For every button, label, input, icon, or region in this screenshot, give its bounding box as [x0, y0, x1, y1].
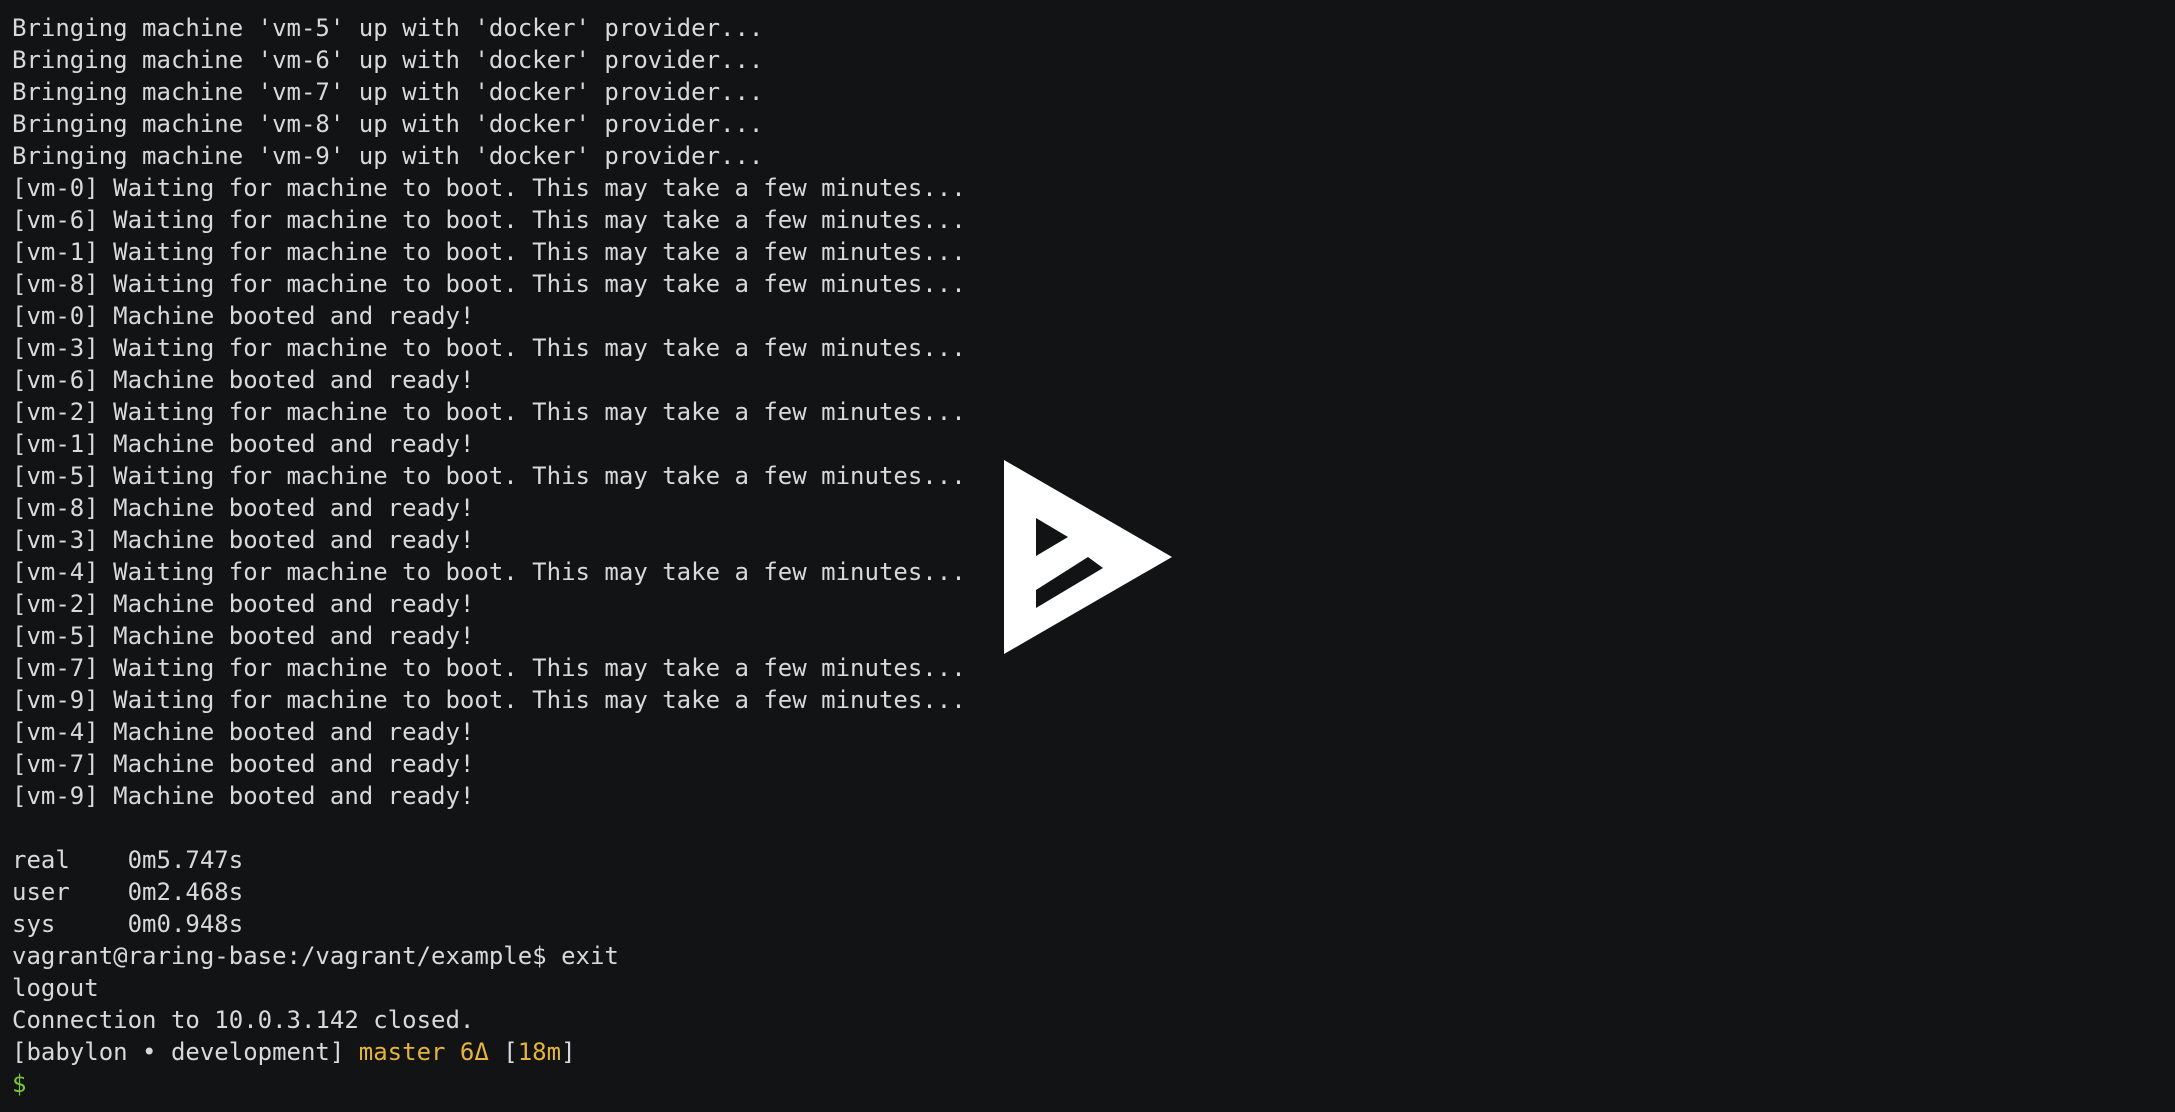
prompt-symbol: $ [12, 1070, 27, 1098]
terminal-line: [vm-0] Waiting for machine to boot. This… [12, 174, 966, 202]
terminal-line: Connection to 10.0.3.142 closed. [12, 1006, 475, 1034]
terminal-line: [vm-8] Waiting for machine to boot. This… [12, 270, 966, 298]
terminal-line: user 0m2.468s [12, 878, 244, 906]
terminal-line: Bringing machine 'vm-6' up with 'docker'… [12, 46, 764, 74]
terminal-line: [vm-9] Machine booted and ready! [12, 782, 475, 810]
terminal-line: Bringing machine 'vm-7' up with 'docker'… [12, 78, 764, 106]
terminal-line: Bringing machine 'vm-9' up with 'docker'… [12, 142, 764, 170]
shell-prompt-line: [babylon • development] master 6Δ [18m] [12, 1036, 2175, 1068]
command-input-line[interactable]: $ [12, 1068, 2175, 1100]
terminal-line: [vm-1] Waiting for machine to boot. This… [12, 238, 966, 266]
prompt-time-close: ] [561, 1038, 576, 1066]
terminal-line: [vm-2] Waiting for machine to boot. This… [12, 398, 966, 426]
terminal-line: Bringing machine 'vm-8' up with 'docker'… [12, 110, 764, 138]
terminal-line: vagrant@raring-base:/vagrant/example$ ex… [12, 942, 619, 970]
terminal-line: [vm-7] Machine booted and ready! [12, 750, 475, 778]
terminal-line: [vm-6] Waiting for machine to boot. This… [12, 206, 966, 234]
terminal-line: [vm-9] Waiting for machine to boot. This… [12, 686, 966, 714]
terminal-line: [vm-0] Machine booted and ready! [12, 302, 475, 330]
terminal-line: [vm-4] Machine booted and ready! [12, 718, 475, 746]
terminal-line: logout [12, 974, 99, 1002]
session-time: 18m [517, 1038, 562, 1066]
terminal-line: sys 0m0.948s [12, 910, 244, 938]
prompt-time-open: [ [488, 1038, 518, 1066]
prompt-context: [babylon • development] [12, 1038, 359, 1066]
terminal-line: Bringing machine 'vm-5' up with 'docker'… [12, 14, 764, 42]
terminal-line: real 0m5.747s [12, 846, 244, 874]
asciinema-play-icon[interactable] [1004, 460, 1172, 654]
terminal-line: [vm-6] Machine booted and ready! [12, 366, 475, 394]
terminal-line: [vm-1] Machine booted and ready! [12, 430, 475, 458]
terminal-line: [vm-3] Waiting for machine to boot. This… [12, 334, 966, 362]
git-branch-status: master 6Δ [358, 1038, 489, 1066]
terminal-line: [vm-7] Waiting for machine to boot. This… [12, 654, 966, 682]
